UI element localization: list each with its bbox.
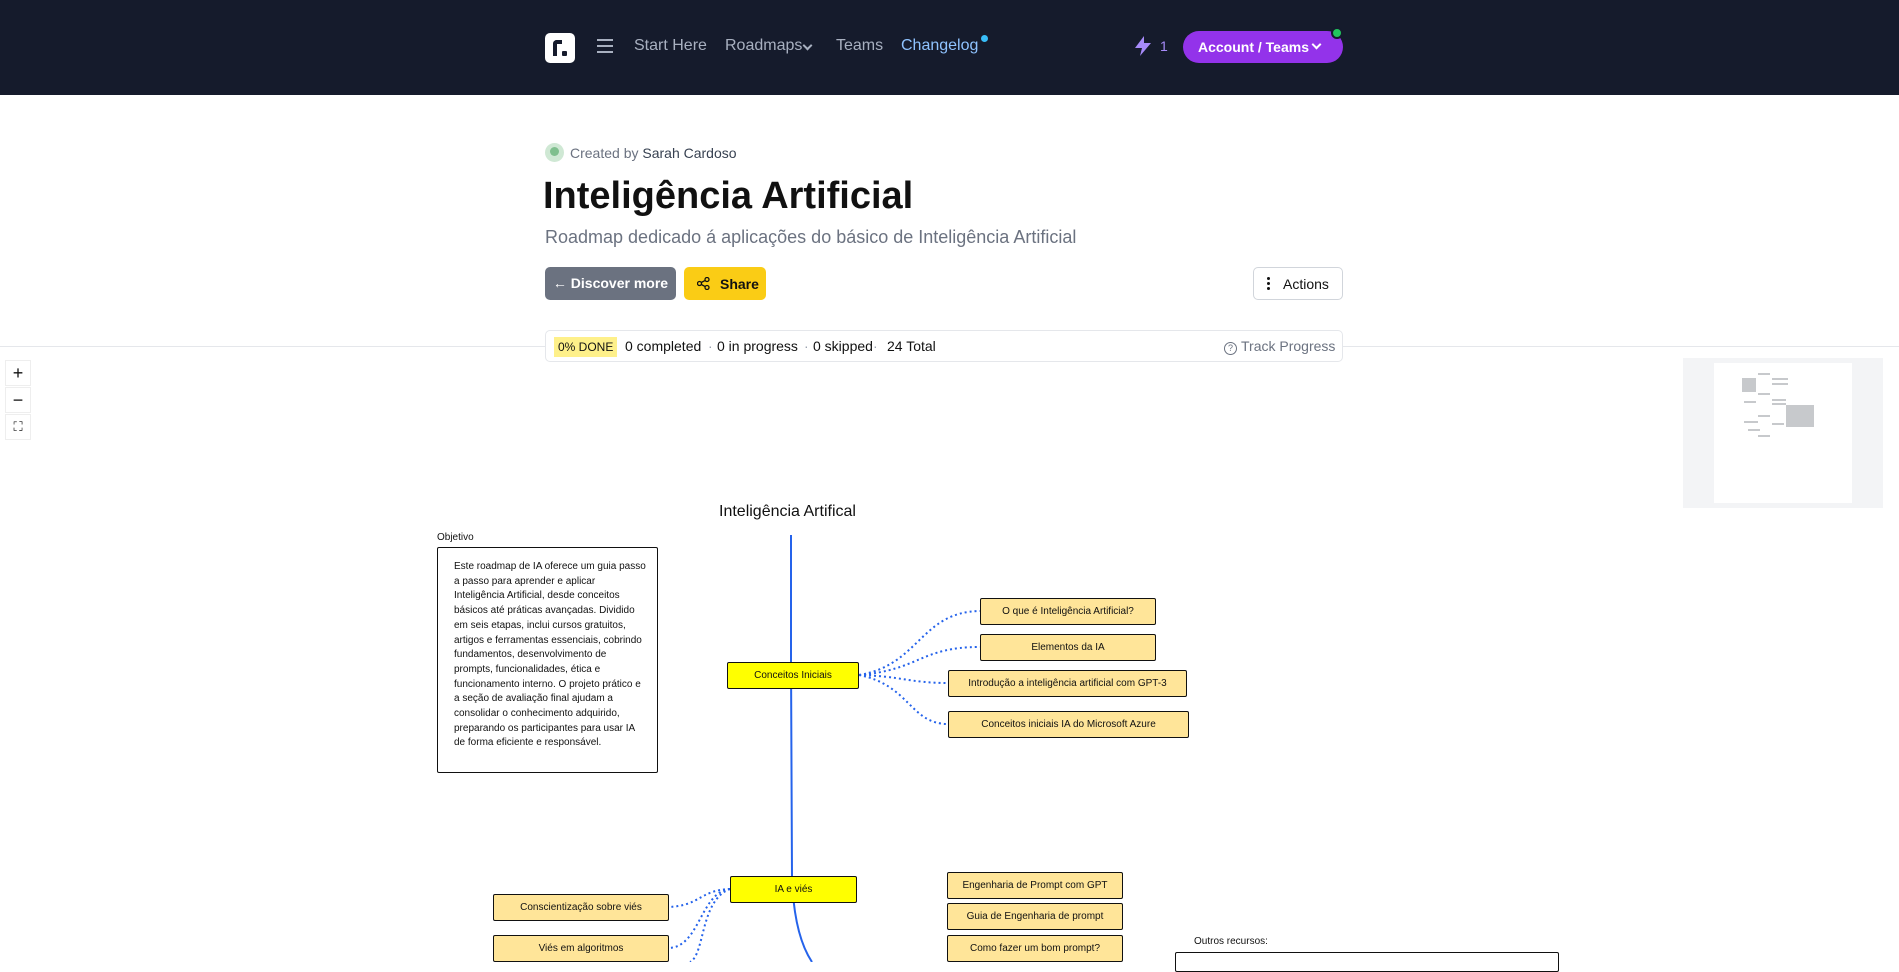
subtopic-o-que-e-ia[interactable]: O que é Inteligência Artificial? (980, 598, 1156, 625)
objective-label: Objetivo (437, 532, 474, 543)
topic-ia-e-vies[interactable]: IA e viés (730, 876, 857, 903)
subtopic-engenharia-prompt-gpt[interactable]: Engenharia de Prompt com GPT (947, 872, 1123, 899)
other-resources-box (1175, 952, 1559, 972)
objective-description: Este roadmap de IA oferece um guia passo… (437, 547, 658, 773)
subtopic-conceitos-azure[interactable]: Conceitos iniciais IA do Microsoft Azure (948, 711, 1189, 738)
subtopic-introducao-gpt3[interactable]: Introdução a inteligência artificial com… (948, 670, 1187, 697)
subtopic-vies-algoritmos[interactable]: Viés em algoritmos (493, 935, 669, 962)
subtopic-bom-prompt[interactable]: Como fazer um bom prompt? (947, 935, 1123, 962)
topic-conceitos-iniciais[interactable]: Conceitos Iniciais (727, 662, 859, 689)
subtopic-conscientizacao-vies[interactable]: Conscientização sobre viés (493, 894, 669, 921)
subtopic-elementos-da-ia[interactable]: Elementos da IA (980, 634, 1156, 661)
roadmap-connectors (667, 535, 981, 962)
subtopic-guia-engenharia-prompt[interactable]: Guia de Engenharia de prompt (947, 903, 1123, 930)
other-resources-label: Outros recursos: (1194, 936, 1268, 947)
roadmap-title: Inteligência Artifical (719, 503, 856, 520)
